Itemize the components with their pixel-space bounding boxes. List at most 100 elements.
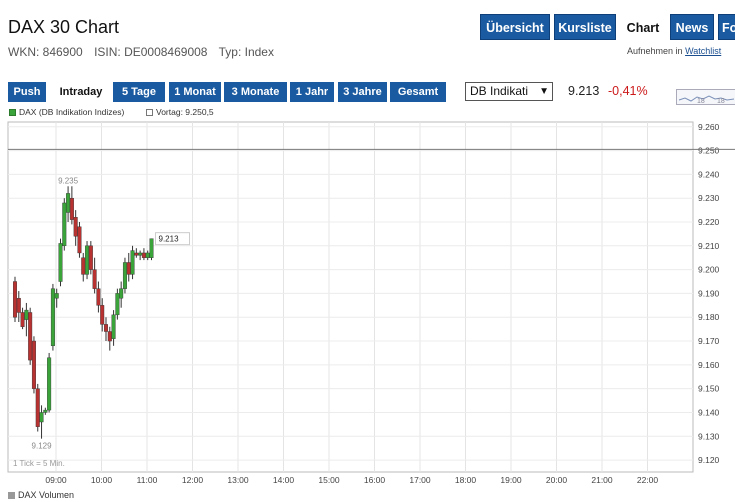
candle-body [66,193,71,213]
candle-body [77,226,82,254]
watchlist-prefix: Aufnehmen in [627,46,683,56]
nav-uebersicht-button[interactable]: Übersicht [480,14,550,40]
x-tick-label: 20:00 [546,475,568,485]
tab-intraday[interactable]: Intraday [50,82,112,102]
candle-body [47,357,52,411]
x-tick-label: 13:00 [227,475,249,485]
y-tick-label: 9.130 [698,431,720,441]
nav-chart-button[interactable]: Chart [620,14,666,40]
x-tick-label: 19:00 [500,475,522,485]
candle-body [50,288,55,347]
x-tick-label: 09:00 [45,475,67,485]
x-tick-label: 11:00 [137,475,158,485]
prev-close-label: Vortag: 9.250,5 [156,107,214,117]
candle-body [81,257,86,275]
y-tick-label: 9.180 [698,312,720,322]
tab-push[interactable]: Push [8,82,46,102]
candle-body [39,412,44,423]
tab-1-monat[interactable]: 1 Monat [169,82,221,102]
wkn-label: WKN: 846900 [8,45,83,59]
candle-body [58,243,63,282]
candle-body [62,202,67,247]
candle-body [130,250,135,275]
price-change: -0,41% [608,84,648,98]
mini-chart-navigator[interactable]: 18 18 [676,89,735,105]
candle-body [12,281,17,318]
y-tick-label: 9.230 [698,193,720,203]
nav-kursliste-button[interactable]: Kursliste [554,14,616,40]
intraday-chart[interactable]: 09:00 10:00 11:00 12:00 13:00 14:00 15:00 16:00… [0,118,735,490]
y-tick-label: 9.140 [698,407,720,417]
candle-body [149,238,154,258]
candle-body [103,324,108,332]
type-label: Typ: Index [218,45,274,59]
candle-body [31,340,36,389]
dax-series-swatch [9,109,16,117]
y-tick-label: 9.150 [698,384,720,394]
watchlist-link[interactable]: Watchlist [685,46,721,56]
candle-body [20,312,25,327]
candle-body [54,293,59,299]
y-tick-label: 9.220 [698,217,720,227]
nav-forum-button[interactable]: Fo [718,14,735,40]
candle-body [134,252,139,256]
candle-body [107,331,112,342]
exchange-select-value: DB Indikati [470,84,529,98]
candle-body [88,245,93,270]
y-tick-label: 9.250 [698,146,720,156]
candle-body [119,288,124,299]
low-label: 9.129 [32,442,53,451]
x-tick-label: 10:00 [91,475,113,485]
y-tick-label: 9.200 [698,265,720,275]
x-tick-label: 17:00 [409,475,431,485]
prev-close-legend: Vortag: 9.250,5 [146,107,214,117]
candle-body [141,252,146,258]
tab-gesamt[interactable]: Gesamt [390,82,446,102]
candle-body [96,288,101,306]
candle-body [85,245,90,275]
tab-3-monate[interactable]: 3 Monate [224,82,287,102]
tab-3-jahre[interactable]: 3 Jahre [338,82,387,102]
y-tick-label: 9.240 [698,169,720,179]
candle-body [24,309,29,320]
isin-label: ISIN: DE0008469008 [94,45,208,59]
candle-body [92,269,97,289]
x-tick-label: 21:00 [591,475,613,485]
last-price-label: 9.213 [159,235,180,244]
high-label: 9.235 [58,176,79,185]
candle-body [126,262,131,275]
candle-body [73,217,78,237]
candle-body [28,312,33,361]
x-tick-label: 14:00 [273,475,295,485]
chart-legend: DAX (DB Indikation Indizes) Vortag: 9.25… [9,107,214,117]
x-tick-label: 18:00 [455,475,477,485]
candle-body [35,388,40,427]
mini-chart-svg: 18 18 [678,95,735,105]
last-price: 9.213 [568,84,600,98]
chevron-down-icon: ▼ [539,86,549,97]
x-tick-label: 15:00 [318,475,340,485]
prev-close-swatch [146,109,153,117]
page-title: DAX 30 Chart [8,17,120,37]
candle-body [100,305,105,325]
y-tick-label: 9.170 [698,336,720,346]
candle-body [115,293,120,316]
candle-body [138,252,143,256]
y-tick-label: 9.190 [698,288,720,298]
tick-note: 1 Tick = 5 Min. [13,459,65,468]
volume-swatch [8,492,15,500]
tab-5-tage[interactable]: 5 Tage [113,82,165,102]
mini-label-1: 18 [697,98,705,105]
exchange-select[interactable]: DB Indikati ▼ [465,82,553,101]
add-to-watchlist: Aufnehmen in Watchlist [627,46,721,56]
tab-1-jahr[interactable]: 1 Jahr [290,82,334,102]
candle-body [69,197,74,220]
candle-body [145,252,150,258]
dax-series-label: DAX (DB Indikation Indizes) [19,107,125,117]
y-tick-label: 9.160 [698,360,720,370]
y-tick-label: 9.260 [698,122,720,132]
nav-news-button[interactable]: News [670,14,714,40]
y-tick-label: 9.210 [698,241,720,251]
x-tick-label: 12:00 [182,475,204,485]
mini-chart-line [678,95,735,102]
